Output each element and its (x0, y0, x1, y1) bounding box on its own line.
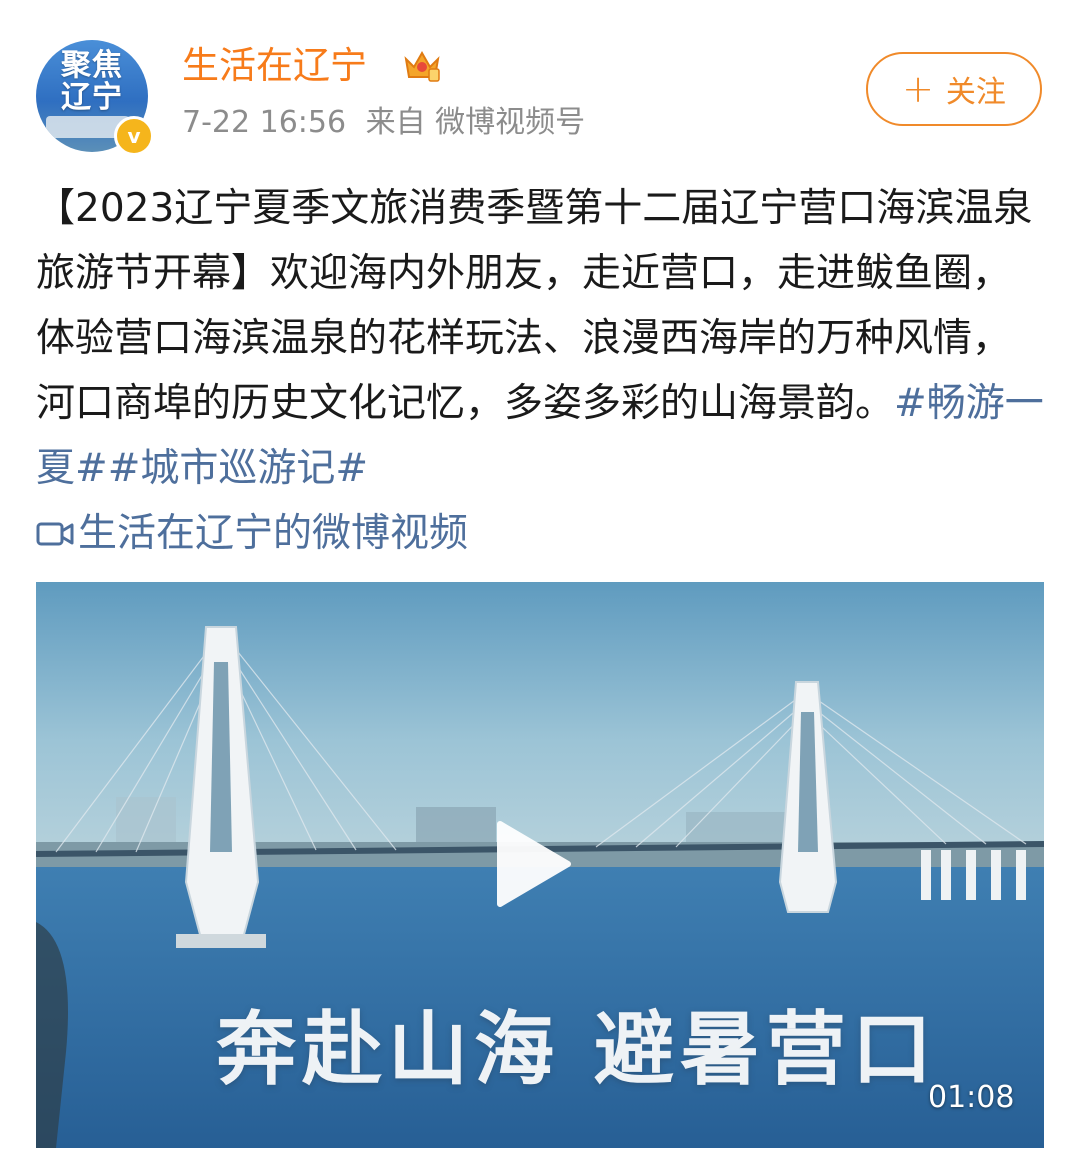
post-meta: 7-22 16:56 来自 微博视频号 (182, 103, 585, 143)
post-date: 7-22 16:56 (182, 105, 347, 140)
verified-v-icon: v (114, 116, 154, 156)
hashtag-link[interactable]: #城市巡游记# (108, 446, 368, 491)
plus-icon: + (902, 67, 934, 111)
video-link-text: 生活在辽宁的微博视频 (78, 511, 469, 556)
account-name[interactable]: 生活在辽宁 (182, 40, 367, 92)
post-source: 来自 微博视频号 (365, 105, 586, 140)
post-text: 【2023辽宁夏季文旅消费季暨第十二届辽宁营口海滨温泉旅游节开幕】欢迎海内外朋友… (36, 176, 1046, 566)
video-duration: 01:08 (928, 1080, 1015, 1115)
post-main-text: 【2023辽宁夏季文旅消费季暨第十二届辽宁营口海滨温泉旅游节开幕】欢迎海内外朋友… (36, 186, 1033, 426)
video-link[interactable]: 生活在辽宁的微博视频 (36, 511, 468, 556)
crown-badge-icon (404, 50, 440, 82)
follow-button[interactable]: + 关注 (866, 52, 1042, 126)
avatar-text: 聚焦辽宁 (61, 48, 123, 115)
play-icon[interactable] (494, 818, 574, 910)
video-overlay-title: 奔赴山海 避暑营口 (216, 1002, 938, 1096)
video-camera-icon (36, 522, 74, 546)
follow-label: 关注 (945, 75, 1006, 110)
